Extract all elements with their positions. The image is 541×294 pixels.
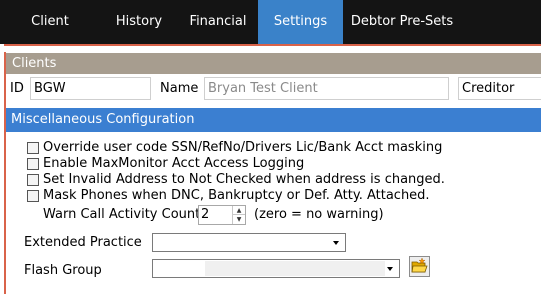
maxmonitor-logging-checkbox[interactable] [27, 158, 39, 170]
maxmonitor-logging-label: Enable MaxMonitor Acct Access Logging [43, 156, 305, 171]
tab-bar: Client History Financial Settings Debtor… [0, 0, 541, 44]
flash-group-shading [205, 261, 385, 276]
warn-call-hint: (zero = no warning) [254, 207, 384, 222]
client-id-field[interactable]: BGW [30, 77, 151, 100]
stepper-buttons: ▲ ▼ [232, 206, 245, 224]
flash-group-folder-button[interactable] [409, 256, 430, 277]
invalid-address-label: Set Invalid Address to Not Checked when … [43, 172, 445, 187]
override-masking-checkbox[interactable] [27, 142, 39, 154]
panel-top-border [4, 44, 541, 52]
flash-group-select[interactable] [152, 259, 400, 278]
extended-practice-select[interactable] [152, 233, 346, 252]
tab-client[interactable]: Client [10, 0, 90, 44]
tab-financial[interactable]: Financial [182, 0, 254, 44]
client-type-field[interactable]: Creditor [458, 77, 541, 100]
spin-down-icon[interactable]: ▼ [233, 215, 245, 224]
tab-history[interactable]: History [102, 0, 176, 44]
override-masking-label: Override user code SSN/RefNo/Drivers Lic… [43, 140, 443, 155]
folder-open-icon [411, 257, 428, 273]
tab-settings[interactable]: Settings [258, 0, 343, 44]
mask-phones-checkbox[interactable] [27, 190, 39, 202]
misc-config-section-header: Miscellaneous Configuration [6, 108, 541, 132]
flash-group-label: Flash Group [24, 263, 102, 278]
id-label: ID [10, 81, 24, 96]
chevron-down-icon[interactable] [384, 262, 397, 275]
client-name-field[interactable]: Bryan Test Client [204, 77, 449, 100]
mask-phones-label: Mask Phones when DNC, Bankruptcy or Def.… [43, 188, 430, 203]
extended-practice-label: Extended Practice [24, 235, 142, 250]
name-label: Name [160, 81, 199, 96]
chevron-down-icon[interactable] [330, 236, 343, 249]
warn-call-label: Warn Call Activity Count [43, 207, 201, 222]
clients-section-header: Clients [6, 53, 541, 74]
invalid-address-checkbox[interactable] [27, 174, 39, 186]
warn-call-stepper[interactable]: 2 ▲ ▼ [198, 205, 246, 225]
tab-debtor-presets[interactable]: Debtor Pre-Sets [343, 0, 461, 44]
warn-call-value[interactable]: 2 [201, 207, 209, 223]
spin-up-icon[interactable]: ▲ [233, 206, 245, 215]
